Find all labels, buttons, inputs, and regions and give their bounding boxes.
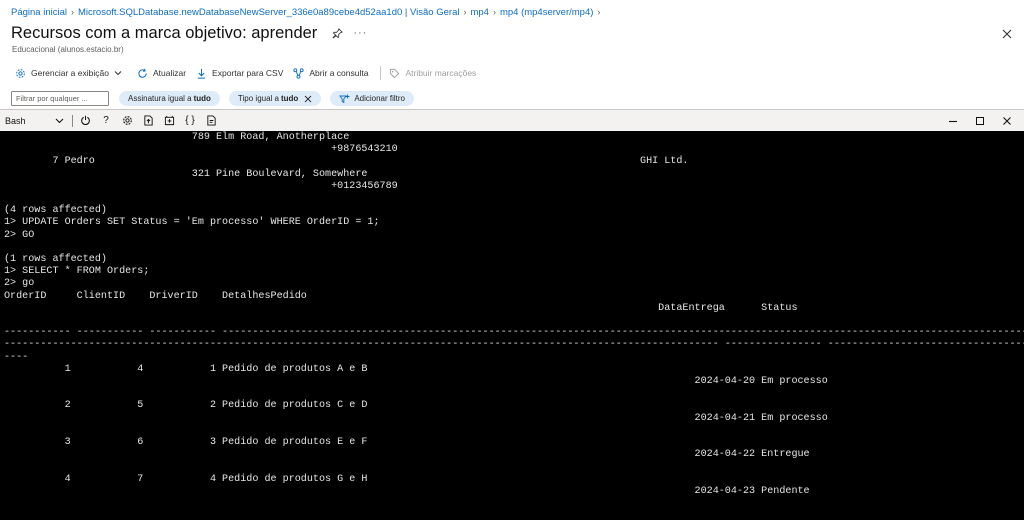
add-filter-label: Adicionar filtro (354, 94, 405, 103)
azure-portal-window: Página inicial › Microsoft.SQLDatabase.new… (0, 0, 1024, 520)
upload-download-icon[interactable] (142, 115, 154, 127)
cloud-shell-toolbar: Bash ? { } (0, 109, 1024, 131)
refresh-button[interactable]: Atualizar (137, 68, 186, 79)
page-title: Recursos com a marca objetivo: aprender (11, 24, 318, 42)
close-icon[interactable] (1000, 27, 1014, 41)
breadcrumb-separator-icon: › (492, 7, 496, 17)
subscription-filter-pill[interactable]: Assinatura igual a tudo (119, 91, 220, 106)
refresh-icon (138, 68, 147, 78)
filter-search-placeholder: Filtrar por qualquer ... (16, 94, 88, 103)
breadcrumb-item-deployment[interactable]: Microsoft.SQLDatabase.newDatabaseNewServ… (78, 7, 459, 18)
more-options-icon[interactable]: ··· (353, 28, 367, 39)
terminal-line: ----------- ----------- ----------- ----… (4, 327, 1024, 339)
type-filter-label: Tipo igual a (237, 94, 279, 103)
page-header: Recursos com a marca objetivo: aprender … (11, 24, 367, 43)
export-csv-label: Exportar para CSV (212, 68, 284, 78)
terminal-line: 1 4 1 Pedido de produtos A e B (4, 363, 368, 375)
terminal-line: +9876543210 (4, 144, 398, 156)
terminal-line: 2024-04-22 Entregue (4, 449, 810, 461)
toolbar-divider (72, 114, 73, 127)
breadcrumb-item-server[interactable]: mp4 (470, 7, 488, 18)
breadcrumb-separator-icon: › (597, 7, 601, 17)
assign-tags-button[interactable]: Atribuir marcações (389, 68, 476, 79)
assign-tags-label: Atribuir marcações (405, 68, 477, 78)
terminal-line: 789 Elm Road, Anotherplace (4, 132, 350, 143)
shell-type-select[interactable]: Bash (0, 116, 70, 126)
chevron-down-icon (114, 71, 122, 76)
terminal-line: 2024-04-23 Pendente (4, 485, 810, 497)
filter-bar: Filtrar por qualquer ... Assinatura igua… (11, 91, 423, 106)
breadcrumb: Página inicial › Microsoft.SQLDatabase.new… (11, 7, 604, 18)
terminal-line: 2024-04-21 Em processo (4, 412, 828, 424)
page-subtitle: Educacional (alunos.estacio.br) (12, 45, 124, 54)
add-filter-icon (339, 94, 350, 103)
terminal-line: (4 rows affected) (4, 205, 107, 217)
terminal-output[interactable]: 789 Elm Road, Anotherplace +9876543210 7… (0, 131, 1024, 520)
help-icon[interactable]: ? (100, 115, 112, 127)
terminal-line: 3 6 3 Pedido de produtos E e F (4, 437, 368, 449)
terminal-line: OrderID ClientID DriverID DetalhesPedido (4, 290, 307, 302)
terminal-line: ---- (4, 351, 29, 363)
terminal-line: 7 Pedro GHI Ltd. (4, 156, 689, 168)
breadcrumb-separator-icon: › (70, 7, 74, 17)
manage-view-label: Gerenciar a exibição (31, 68, 109, 78)
type-filter-pill[interactable]: Tipo igual a tudo (228, 91, 322, 106)
breadcrumb-item-home[interactable]: Página inicial (11, 7, 67, 18)
maximize-icon[interactable] (974, 115, 986, 127)
terminal-text: 789 Elm Road, Anotherplace +9876543210 7… (0, 131, 1024, 510)
terminal-line: 2024-04-20 Em processo (4, 376, 828, 388)
terminal-line: 1> UPDATE Orders SET Status = 'Em proces… (4, 217, 380, 229)
breadcrumb-item-database[interactable]: mp4 (mp4server/mp4) (500, 7, 593, 18)
chevron-down-icon (55, 118, 64, 123)
terminal-line: +0123456789 (4, 180, 398, 192)
subscription-filter-value: tudo (193, 94, 211, 103)
restart-icon[interactable] (79, 115, 91, 127)
pin-icon[interactable] (331, 28, 343, 40)
terminal-line: (1 rows affected) (4, 254, 107, 266)
new-session-icon[interactable] (163, 115, 175, 127)
shell-type-label: Bash (5, 115, 26, 126)
breadcrumb-separator-icon: › (463, 7, 467, 17)
refresh-label: Atualizar (152, 68, 187, 78)
settings-gear-icon[interactable] (121, 115, 133, 127)
open-query-label: Abrir a consulta (309, 68, 369, 78)
export-csv-button[interactable]: Exportar para CSV (196, 68, 283, 79)
command-bar: Gerenciar a exibição Atualizar Exportar … (15, 64, 486, 82)
command-divider (380, 66, 382, 80)
shell-window-controls (943, 110, 1024, 132)
tag-icon (390, 68, 400, 78)
terminal-line: ----------------------------------------… (4, 339, 1024, 351)
manage-view-button[interactable]: Gerenciar a exibição (15, 68, 127, 79)
open-query-button[interactable]: Abrir a consulta (293, 67, 369, 79)
gear-icon (16, 68, 25, 78)
type-filter-value: tudo (280, 94, 299, 103)
add-filter-button[interactable]: Adicionar filtro (330, 91, 414, 106)
close-shell-icon[interactable] (1001, 115, 1013, 127)
query-icon (293, 67, 305, 79)
terminal-line: 4 7 4 Pedido de produtos G e H (4, 473, 368, 485)
editor-braces-icon[interactable]: { } (184, 115, 196, 127)
terminal-line: 2> GO (4, 229, 35, 241)
terminal-line: 2> go (4, 278, 35, 290)
remove-filter-icon[interactable] (304, 95, 312, 103)
filter-search-input[interactable]: Filtrar por qualquer ... (11, 91, 109, 106)
download-icon (197, 68, 206, 79)
web-preview-icon[interactable] (205, 115, 217, 127)
terminal-line: 321 Pine Boulevard, Somewhere (4, 168, 368, 180)
minimize-icon[interactable] (947, 115, 959, 127)
terminal-line: DataEntrega Status (4, 302, 798, 314)
terminal-line: 2 5 2 Pedido de produtos C e D (4, 400, 368, 412)
subscription-filter-label: Assinatura igual a (128, 94, 192, 103)
terminal-line: 1> SELECT * FROM Orders; (4, 266, 150, 278)
